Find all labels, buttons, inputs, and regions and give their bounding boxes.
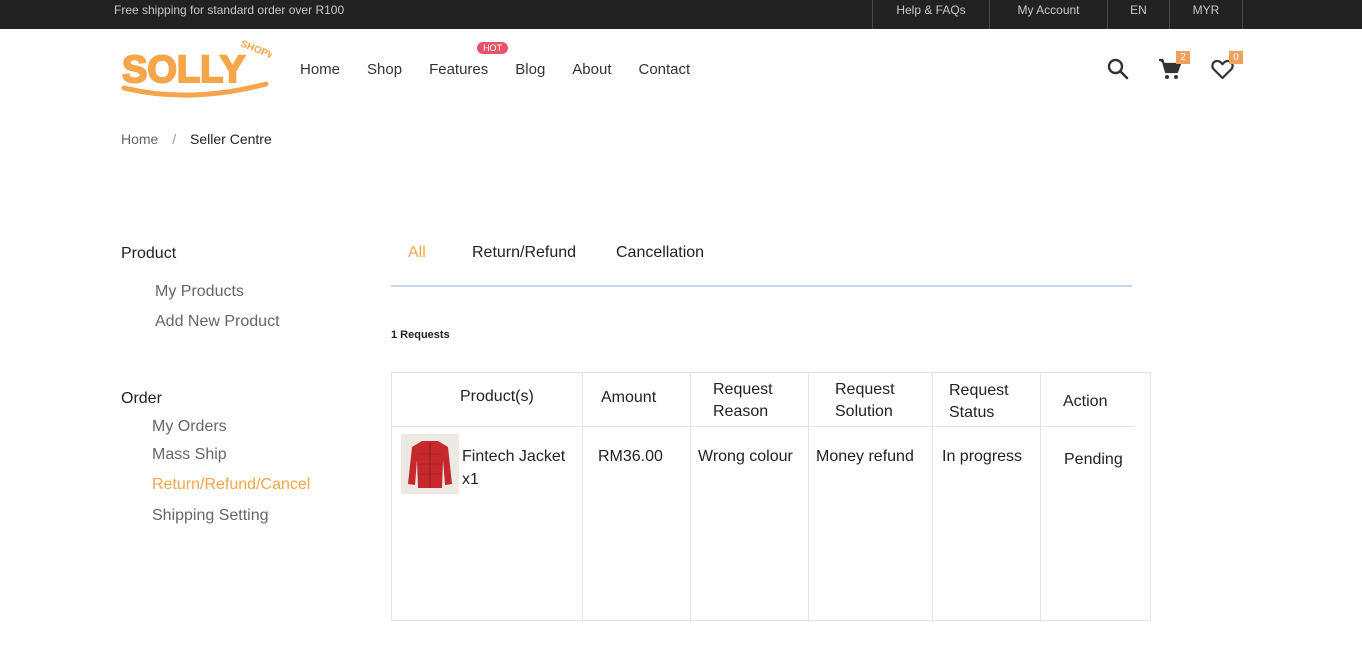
breadcrumb-separator: / <box>172 131 177 147</box>
hot-badge: HOT <box>477 42 509 54</box>
nav-contact[interactable]: Contact <box>639 61 691 78</box>
main-nav: Home Shop Features HOT Blog About Contac… <box>300 42 717 78</box>
nav-shop[interactable]: Shop <box>367 61 402 78</box>
tab-all[interactable]: All <box>408 244 426 262</box>
sidebar-item-return-refund-cancel[interactable]: Return/Refund/Cancel <box>152 476 310 494</box>
sidebar-item-my-products[interactable]: My Products <box>155 283 244 301</box>
cell-amount: RM36.00 <box>598 448 663 465</box>
col-divider <box>582 373 583 622</box>
product-thumbnail[interactable] <box>401 434 459 494</box>
col-header-request-reason: Request Reason <box>713 381 773 420</box>
sidebar-heading-product: Product <box>121 245 177 262</box>
breadcrumb-current: Seller Centre <box>190 131 272 147</box>
sidebar-item-add-new-product[interactable]: Add New Product <box>155 313 280 331</box>
nav-features-wrap[interactable]: Features HOT <box>429 42 509 78</box>
breadcrumb-home[interactable]: Home <box>121 131 158 147</box>
cell-product-name[interactable]: Fintech Jacket x1 <box>462 445 580 491</box>
col-divider <box>808 373 809 622</box>
my-account-link[interactable]: My Account <box>989 0 1107 29</box>
col-header-request-status: Request Status <box>949 382 1009 421</box>
col-header-request-solution: Request Solution <box>835 381 895 420</box>
col-divider <box>690 373 691 622</box>
help-faqs-link[interactable]: Help & FAQs <box>872 0 989 29</box>
col-divider <box>1040 373 1041 622</box>
search-icon[interactable] <box>1107 56 1129 80</box>
col-header-action: Action <box>1063 393 1108 410</box>
logo-main-text: SOLLY <box>122 49 245 91</box>
top-links: Help & FAQs My Account EN MYR <box>872 0 1243 29</box>
sidebar-heading-order: Order <box>121 390 162 407</box>
tab-return-refund[interactable]: Return/Refund <box>472 244 576 262</box>
cell-request-reason: Wrong colour <box>698 448 793 465</box>
cell-request-solution: Money refund <box>816 448 914 465</box>
nav-features[interactable]: Features <box>429 61 488 78</box>
wishlist-count-badge: 0 <box>1229 51 1243 64</box>
tab-cancellation[interactable]: Cancellation <box>616 244 704 262</box>
requests-table: Product(s) Amount Request Reason Request… <box>391 372 1151 622</box>
col-header-amount: Amount <box>601 389 657 406</box>
nav-home[interactable]: Home <box>300 61 340 78</box>
breadcrumb: Home / Seller Centre <box>121 131 272 147</box>
nav-about[interactable]: About <box>572 61 611 78</box>
shipping-promo: Free shipping for standard order over R1… <box>114 3 345 17</box>
cell-action[interactable]: Pending <box>1064 448 1123 471</box>
requests-count: 1 Requests <box>391 329 450 341</box>
currency-selector[interactable]: MYR <box>1169 0 1243 29</box>
tab-underline <box>391 285 1132 287</box>
top-bar: Free shipping for standard order over R1… <box>0 0 1362 29</box>
sidebar-item-shipping-setting[interactable]: Shipping Setting <box>152 507 269 525</box>
sidebar-item-mass-ship[interactable]: Mass Ship <box>152 446 227 464</box>
solly-logo[interactable]: SOLLY SHOPWE <box>120 38 272 100</box>
sidebar-item-my-orders[interactable]: My Orders <box>152 418 227 436</box>
nav-blog[interactable]: Blog <box>515 61 545 78</box>
header-divider <box>392 426 1134 427</box>
language-selector[interactable]: EN <box>1107 0 1169 29</box>
col-divider <box>932 373 933 622</box>
col-header-products: Product(s) <box>460 388 534 405</box>
cell-request-status: In progress <box>942 448 1023 465</box>
cart-count-badge: 2 <box>1176 51 1190 64</box>
